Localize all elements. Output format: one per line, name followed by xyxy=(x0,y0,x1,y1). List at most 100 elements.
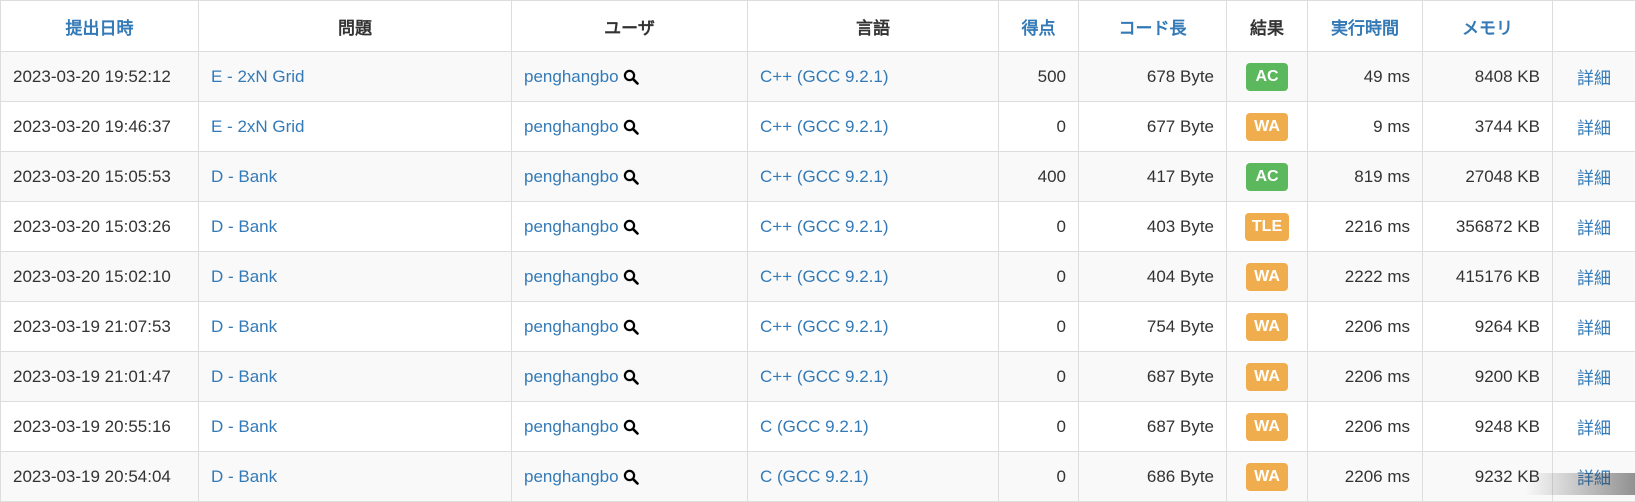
language-link[interactable]: C++ (GCC 9.2.1) xyxy=(760,267,889,286)
task-link[interactable]: D - Bank xyxy=(211,467,277,486)
submit-time-cell: 2023-03-20 15:05:53 xyxy=(1,152,199,202)
column-header-submit-time[interactable]: 提出日時 xyxy=(1,1,199,52)
detail-cell: 詳細 xyxy=(1553,402,1635,452)
search-icon[interactable] xyxy=(623,369,639,385)
language-link[interactable]: C++ (GCC 9.2.1) xyxy=(760,217,889,236)
detail-link[interactable]: 詳細 xyxy=(1577,319,1611,338)
user-link[interactable]: penghangbo xyxy=(524,217,619,237)
language-link[interactable]: C (GCC 9.2.1) xyxy=(760,467,869,486)
search-icon[interactable] xyxy=(623,219,639,235)
task-link[interactable]: D - Bank xyxy=(211,217,277,236)
detail-cell: 詳細 xyxy=(1553,252,1635,302)
table-row: 2023-03-19 21:01:47D - BankpenghangboC++… xyxy=(1,352,1635,402)
detail-cell: 詳細 xyxy=(1553,152,1635,202)
score-cell: 0 xyxy=(999,102,1079,152)
submit-time-cell: 2023-03-20 15:03:26 xyxy=(1,202,199,252)
task-link[interactable]: E - 2xN Grid xyxy=(211,67,305,86)
code-length-value: 404 Byte xyxy=(1147,267,1214,286)
detail-cell: 詳細 xyxy=(1553,52,1635,102)
table-row: 2023-03-20 15:02:10 D - Bank penghangbo C++… xyxy=(1,252,1635,302)
code-length-value: 678 Byte xyxy=(1147,67,1214,86)
column-header-exec-time[interactable]: 実行時間 xyxy=(1308,1,1423,52)
language-link[interactable]: C++ (GCC 9.2.1) xyxy=(760,67,889,86)
code-length-value: 687 Byte xyxy=(1147,417,1214,436)
score-cell: 0 xyxy=(999,402,1079,452)
score-value: 400 xyxy=(1038,167,1066,186)
detail-link[interactable]: 詳細 xyxy=(1577,269,1611,288)
language-link[interactable]: C (GCC 9.2.1) xyxy=(760,417,869,436)
memory-cell: 9248 KB xyxy=(1423,402,1553,452)
detail-link[interactable]: 詳細 xyxy=(1577,219,1611,238)
code-length-cell: 687 Byte xyxy=(1079,402,1227,452)
exec-time-value: 9 ms xyxy=(1373,117,1410,136)
task-cell: D - Bank xyxy=(199,152,512,202)
submit-time-cell: 2023-03-19 20:54:04 xyxy=(1,452,199,502)
memory-value: 3744 KB xyxy=(1475,117,1540,136)
task-link[interactable]: E - 2xN Grid xyxy=(211,117,305,136)
task-link[interactable]: D - Bank xyxy=(211,417,277,436)
user-cell: penghangbo xyxy=(512,152,748,202)
detail-cell: 詳細 xyxy=(1553,452,1635,502)
table-row: 2023-03-20 15:03:26 D - Bank penghangbo C++… xyxy=(1,202,1635,252)
status-cell: WA xyxy=(1227,302,1308,352)
column-header-code-length[interactable]: コード長 xyxy=(1079,1,1227,52)
memory-cell: 9232 KB xyxy=(1423,452,1553,502)
user-link[interactable]: penghangbo xyxy=(524,417,619,437)
language-link[interactable]: C++ (GCC 9.2.1) xyxy=(760,367,889,386)
exec-time-cell: 2206 ms xyxy=(1308,452,1423,502)
memory-cell: 415176 KB xyxy=(1423,252,1553,302)
column-header-detail xyxy=(1553,1,1635,52)
exec-time-value: 2206 ms xyxy=(1345,367,1410,386)
exec-time-cell: 2216 ms xyxy=(1308,202,1423,252)
status-cell: WA xyxy=(1227,452,1308,502)
user-link[interactable]: penghangbo xyxy=(524,317,619,337)
language-link[interactable]: C++ (GCC 9.2.1) xyxy=(760,167,889,186)
search-icon[interactable] xyxy=(623,69,639,85)
search-icon[interactable] xyxy=(623,119,639,135)
detail-link[interactable]: 詳細 xyxy=(1577,69,1611,88)
task-link[interactable]: D - Bank xyxy=(211,167,277,186)
detail-link[interactable]: 詳細 xyxy=(1577,369,1611,388)
detail-link[interactable]: 詳細 xyxy=(1577,119,1611,138)
submit-time-cell: 2023-03-20 19:46:37 xyxy=(1,102,199,152)
user-link[interactable]: penghangbo xyxy=(524,167,619,187)
code-length-cell: 687 Byte xyxy=(1079,352,1227,402)
submit-time: 2023-03-20 15:05:53 xyxy=(13,167,171,186)
search-icon[interactable] xyxy=(623,419,639,435)
user-link[interactable]: penghangbo xyxy=(524,367,619,387)
submit-time: 2023-03-19 20:55:16 xyxy=(13,417,171,436)
language-link[interactable]: C++ (GCC 9.2.1) xyxy=(760,317,889,336)
table-row: 2023-03-20 19:46:37 E - 2xN Grid penghangb… xyxy=(1,102,1635,152)
search-icon[interactable] xyxy=(623,319,639,335)
task-link[interactable]: D - Bank xyxy=(211,317,277,336)
detail-link[interactable]: 詳細 xyxy=(1577,469,1611,488)
user-link[interactable]: penghangbo xyxy=(524,67,619,87)
exec-time-cell: 2206 ms xyxy=(1308,302,1423,352)
task-cell: E - 2xN Grid xyxy=(199,52,512,102)
column-header-score[interactable]: 得点 xyxy=(999,1,1079,52)
language-cell: C++ (GCC 9.2.1) xyxy=(748,252,999,302)
task-cell: D - Bank xyxy=(199,352,512,402)
user-link[interactable]: penghangbo xyxy=(524,117,619,137)
column-header-memory[interactable]: メモリ xyxy=(1423,1,1553,52)
task-link[interactable]: D - Bank xyxy=(211,367,277,386)
user-link[interactable]: penghangbo xyxy=(524,467,619,487)
memory-cell: 27048 KB xyxy=(1423,152,1553,202)
user-cell: penghangbo xyxy=(512,302,748,352)
column-header-user: ユーザ xyxy=(512,1,748,52)
search-icon[interactable] xyxy=(623,469,639,485)
detail-link[interactable]: 詳細 xyxy=(1577,419,1611,438)
task-link[interactable]: D - Bank xyxy=(211,267,277,286)
status-cell: WA xyxy=(1227,252,1308,302)
search-icon[interactable] xyxy=(623,269,639,285)
user-link[interactable]: penghangbo xyxy=(524,267,619,287)
code-length-value: 754 Byte xyxy=(1147,317,1214,336)
code-length-cell: 677 Byte xyxy=(1079,102,1227,152)
language-link[interactable]: C++ (GCC 9.2.1) xyxy=(760,117,889,136)
status-badge: WA xyxy=(1246,313,1288,341)
status-badge: WA xyxy=(1246,463,1288,491)
detail-link[interactable]: 詳細 xyxy=(1577,169,1611,188)
submit-time-cell: 2023-03-20 15:02:10 xyxy=(1,252,199,302)
table-row: 2023-03-20 15:05:53 D - Bank penghangbo C++… xyxy=(1,152,1635,202)
search-icon[interactable] xyxy=(623,169,639,185)
